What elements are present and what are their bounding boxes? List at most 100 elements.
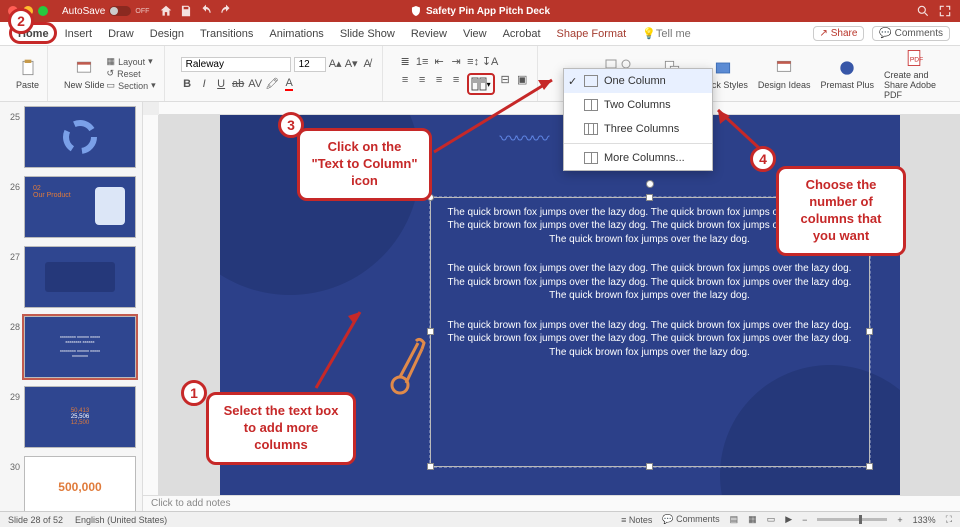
tab-draw[interactable]: Draw [100, 22, 142, 46]
save-icon[interactable] [179, 4, 193, 18]
slideshow-view-icon[interactable]: ▶ [785, 514, 792, 525]
autosave-toggle[interactable]: AutoSave OFF [62, 6, 149, 17]
thumb-29[interactable]: 50,41325,50612,500 [24, 386, 136, 448]
reset-label: Reset [117, 69, 141, 79]
status-bar: Slide 28 of 52 English (United States) ≡… [0, 511, 960, 527]
tab-shape-format[interactable]: Shape Format [549, 22, 635, 46]
shield-icon [410, 5, 422, 17]
tab-review[interactable]: Review [403, 22, 455, 46]
indent-left-icon[interactable]: ⇤ [433, 55, 446, 68]
adobe-pdf-button[interactable]: PDFCreate and Share Adobe PDF [884, 48, 944, 100]
one-column-item[interactable]: One Column [564, 69, 712, 93]
resize-handle[interactable] [646, 463, 653, 470]
paragraph-2[interactable]: The quick brown fox jumps over the lazy … [431, 254, 869, 311]
align-left-icon[interactable]: ≡ [399, 73, 412, 86]
columns-dropdown: One Column Two Columns Three Columns Mor… [563, 68, 713, 171]
layout-label: Layout [118, 57, 145, 67]
autosave-switch[interactable] [109, 6, 131, 16]
notes-label: Notes [629, 515, 653, 525]
maximize-window[interactable] [38, 6, 48, 16]
underline-icon[interactable]: U [215, 77, 228, 90]
increase-font-icon[interactable]: A▴ [329, 57, 342, 70]
new-slide-label: New Slide [64, 80, 105, 90]
tab-acrobat[interactable]: Acrobat [495, 22, 549, 46]
rotate-handle[interactable] [646, 180, 654, 188]
share-button[interactable]: ↗ Share [813, 26, 865, 41]
tab-view[interactable]: View [455, 22, 495, 46]
more-columns-item[interactable]: More Columns... [564, 146, 712, 170]
tab-animations[interactable]: Animations [261, 22, 331, 46]
tab-transitions[interactable]: Transitions [192, 22, 261, 46]
notes-pane[interactable]: Click to add notes [143, 495, 960, 512]
tab-design[interactable]: Design [142, 22, 192, 46]
zoom-in[interactable]: + [897, 515, 902, 525]
highlight-icon[interactable]: 🖍 [266, 77, 279, 90]
thumb-30[interactable]: 500,000 [24, 456, 136, 511]
comments-button[interactable]: 💬 Comments [872, 26, 950, 41]
resize-handle[interactable] [866, 463, 873, 470]
callout-3-line2: "Text to Column" icon [312, 156, 418, 188]
home-icon[interactable] [159, 4, 173, 18]
two-columns-item[interactable]: Two Columns [564, 93, 712, 117]
comments-label: Comments [895, 28, 943, 39]
zoom-slider[interactable] [817, 518, 887, 521]
resize-handle[interactable] [427, 463, 434, 470]
two-columns-label: Two Columns [604, 99, 671, 111]
tell-me-label: Tell me [656, 28, 691, 40]
tab-slideshow[interactable]: Slide Show [332, 22, 403, 46]
text-direction-icon[interactable]: ↧A [484, 55, 497, 68]
numbering-icon[interactable]: 1≡ [416, 55, 429, 68]
annotation-badge-3: 3 [278, 112, 304, 138]
redo-icon[interactable] [219, 4, 233, 18]
bullets-icon[interactable]: ≣ [399, 55, 412, 68]
clear-format-icon[interactable]: A̸ [361, 57, 374, 70]
shadow-icon[interactable]: AV [249, 77, 262, 90]
fit-to-window-icon[interactable]: ⛶ [946, 514, 952, 525]
thumb-25[interactable] [24, 106, 136, 168]
comments-toggle[interactable]: 💬 Comments [662, 514, 719, 525]
line-spacing-icon[interactable]: ≡↕ [467, 55, 480, 68]
font-size-select[interactable]: 12 [294, 57, 326, 72]
italic-icon[interactable]: I [198, 77, 211, 90]
undo-icon[interactable] [199, 4, 213, 18]
paragraph-3[interactable]: The quick brown fox jumps over the lazy … [431, 311, 869, 368]
section-button[interactable]: ▭ Section ▾ [107, 80, 156, 91]
indent-right-icon[interactable]: ⇥ [450, 55, 463, 68]
layout-button[interactable]: ▦ Layout ▾ [107, 56, 156, 67]
resize-handle[interactable] [866, 328, 873, 335]
search-icon[interactable] [916, 4, 930, 18]
reset-button[interactable]: ↺ Reset [107, 68, 156, 79]
zoom-out[interactable]: − [802, 515, 807, 525]
resize-handle[interactable] [427, 328, 434, 335]
design-ideas-button[interactable]: Design Ideas [758, 58, 811, 90]
language-status[interactable]: English (United States) [75, 515, 167, 525]
thumb-26[interactable]: 02Our Product [24, 176, 136, 238]
sorter-view-icon[interactable]: ▦ [748, 514, 757, 525]
new-slide-button[interactable]: New Slide [64, 58, 105, 90]
thumb-28[interactable]: xxxxxxxx xxxxxx xxxxxxxxxxxxx xxxxxxxxxx… [24, 316, 136, 378]
three-columns-label: Three Columns [604, 123, 679, 135]
bold-icon[interactable]: B [181, 77, 194, 90]
align-center-icon[interactable]: ≡ [416, 73, 429, 86]
three-columns-item[interactable]: Three Columns [564, 117, 712, 141]
slide-thumbnails[interactable]: 25 2602Our Product 27 28xxxxxxxx xxxxxx … [0, 102, 143, 511]
tell-me[interactable]: 💡 Tell me [634, 22, 699, 46]
normal-view-icon[interactable]: ▤ [730, 514, 739, 525]
font-select[interactable]: Raleway [181, 57, 291, 72]
slide-counter: Slide 28 of 52 [8, 515, 63, 525]
font-color-icon[interactable]: A [283, 77, 296, 90]
paste-button[interactable]: Paste [16, 58, 39, 90]
resize-handle[interactable] [646, 194, 653, 201]
tab-insert[interactable]: Insert [57, 22, 101, 46]
expand-icon[interactable] [938, 4, 952, 18]
reading-view-icon[interactable]: ▭ [767, 514, 776, 525]
decrease-font-icon[interactable]: A▾ [345, 57, 358, 70]
callout-3-line1: Click on the [328, 139, 402, 154]
thumb-num: 26 [4, 176, 20, 238]
thumb-27[interactable] [24, 246, 136, 308]
annotation-callout-4: Choose the number of columns that you wa… [776, 166, 906, 256]
strike-icon[interactable]: ab [232, 77, 245, 90]
premast-button[interactable]: Premast Plus [820, 58, 874, 90]
zoom-level[interactable]: 133% [913, 515, 936, 525]
notes-toggle[interactable]: ≡ Notes [621, 515, 652, 525]
